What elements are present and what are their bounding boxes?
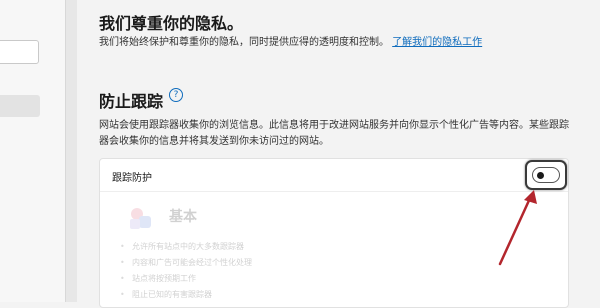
basic-option-list: 允许所有站点中的大多数跟踪器 内容和广告可能会经过个性化处理 站点将按预期工作 … <box>120 239 252 303</box>
toggle-highlight-box <box>525 160 567 190</box>
privacy-title: 我们尊重你的隐私。 <box>99 14 244 33</box>
tracking-prevention-heading: 防止跟踪 <box>99 92 164 111</box>
help-icon[interactable]: ? <box>169 88 183 102</box>
sidebar-item-privacy[interactable] <box>0 95 40 117</box>
list-item: 内容和广告可能会经过个性化处理 <box>120 255 252 271</box>
learn-more-link[interactable]: 了解我们的隐私工作 <box>392 37 482 48</box>
sidebar-search-input[interactable] <box>0 40 39 64</box>
tracking-prevention-card: 跟踪防护 基本 允许所有站点中的大多数跟踪器 内容和广告可能会经过个性化处理 站… <box>99 158 569 308</box>
list-item: 站点将按预期工作 <box>120 271 252 287</box>
sidebar-divider <box>65 0 77 302</box>
basic-option-card[interactable]: 基本 允许所有站点中的大多数跟踪器 内容和广告可能会经过个性化处理 站点将按预期… <box>114 203 284 303</box>
list-item: 允许所有站点中的大多数跟踪器 <box>120 239 252 255</box>
tracking-prevention-toggle[interactable] <box>532 167 560 183</box>
settings-sidebar <box>0 0 65 302</box>
settings-content: 我们尊重你的隐私。 我们将始终保护和尊重你的隐私，同时提供应得的透明度和控制。 … <box>77 0 600 308</box>
tracking-prevention-description: 网站会使用跟踪器收集你的浏览信息。此信息将用于改进网站服务并向你显示个性化广告等… <box>99 120 569 147</box>
card-title: 跟踪防护 <box>112 173 152 184</box>
privacy-description: 我们将始终保护和尊重你的隐私，同时提供应得的透明度和控制。 了解我们的隐私工作 <box>99 35 519 51</box>
basic-shield-icon <box>130 208 151 229</box>
list-item: 阻止已知的有害跟踪器 <box>120 287 252 303</box>
toggle-knob <box>537 171 544 179</box>
basic-option-title: 基本 <box>169 209 197 225</box>
privacy-description-text: 我们将始终保护和尊重你的隐私，同时提供应得的透明度和控制。 <box>99 37 389 48</box>
card-divider <box>100 191 568 192</box>
